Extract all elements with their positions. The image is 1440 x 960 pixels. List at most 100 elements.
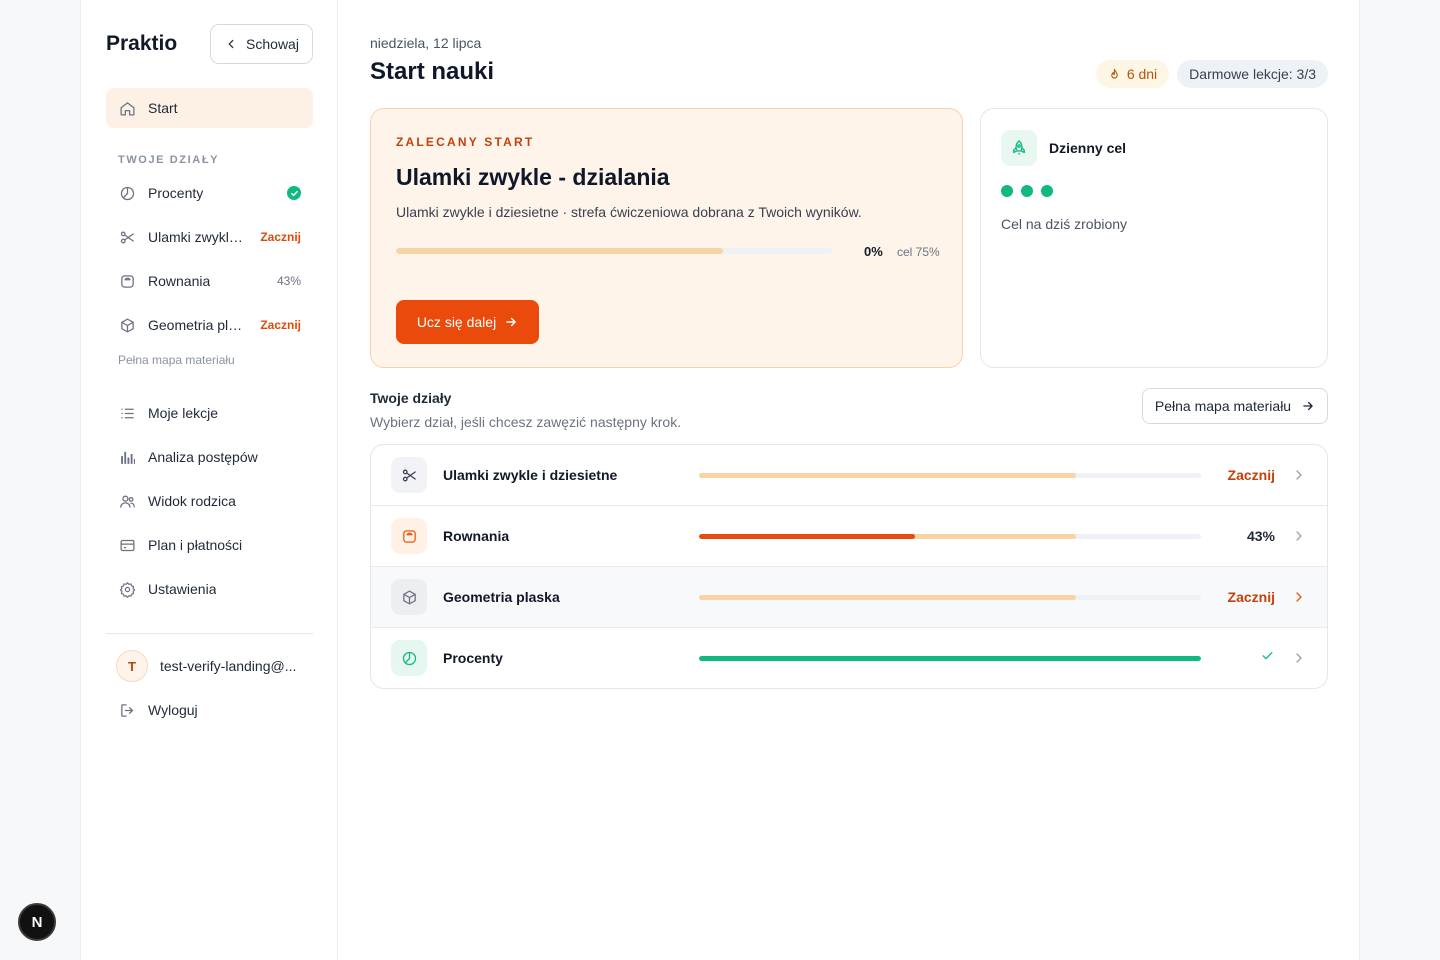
recommended-start-card: ZALECANY START Ulamki zwykle - dzialania… <box>370 108 963 368</box>
cube-icon <box>391 579 427 615</box>
sidebar-item-label: Geometria plaska <box>148 317 244 333</box>
topics-section-subtitle: Wybierz dział, jeśli chcesz zawęzić nast… <box>370 414 682 430</box>
sidebar: Praktio Schowaj Start TWOJE DZIAŁY Proce… <box>81 0 338 960</box>
daily-goal-status: Cel na dziś zrobiony <box>1001 216 1128 232</box>
chevron-right-icon <box>1296 592 1302 602</box>
continue-learning-button[interactable]: Ucz się dalej <box>396 300 539 344</box>
sidebar-item-label: Plan i płatności <box>148 537 243 553</box>
sidebar-item-label: Procenty <box>148 185 204 201</box>
hide-sidebar-button[interactable]: Schowaj <box>210 24 313 64</box>
goal-label: cel 75% <box>897 245 940 259</box>
credit-card-icon <box>118 536 136 554</box>
goal-dot <box>1041 185 1053 197</box>
flame-icon <box>1108 68 1121 81</box>
scissors-icon <box>391 457 427 493</box>
topic-status: Zacznij <box>1227 589 1275 605</box>
sidebar-item-plan[interactable]: Plan i płatności <box>106 525 313 565</box>
users-icon <box>118 492 136 510</box>
sidebar-section-title: TWOJE DZIAŁY <box>118 154 220 166</box>
goal-dot <box>1021 185 1033 197</box>
start-badge: Zacznij <box>260 230 301 244</box>
sidebar-item-label: Moje lekcje <box>148 405 219 421</box>
cta-label: Ucz się dalej <box>416 314 497 330</box>
scale-icon <box>118 272 136 290</box>
progress-percent: 43% <box>276 274 301 288</box>
chevron-right-icon <box>1296 470 1302 480</box>
goal-track <box>699 473 1076 478</box>
recommended-description: Ulamki zwykle i dziesietne · strefa ćwic… <box>396 204 862 220</box>
main-content: niedziela, 12 lipca Start nauki 6 dni Da… <box>370 0 1328 960</box>
current-date: niedziela, 12 lipca <box>370 35 482 51</box>
sidebar-divider <box>106 633 313 634</box>
scale-icon <box>391 518 427 554</box>
recommended-eyebrow: ZALECANY START <box>396 135 535 149</box>
sidebar-item-rownania[interactable]: Rownania 43% <box>106 261 313 301</box>
user-account[interactable]: T test-verify-landing@... <box>106 646 313 686</box>
chevron-right-icon <box>1296 531 1302 541</box>
gear-icon <box>118 580 136 598</box>
list-icon <box>118 404 136 422</box>
topic-name: Rownania <box>443 528 510 544</box>
sidebar-item-geometria[interactable]: Geometria plaska Zacznij <box>106 305 313 345</box>
topic-progress-bar <box>699 534 1201 539</box>
goal-dot <box>1001 185 1013 197</box>
goal-track <box>396 248 723 254</box>
topic-row[interactable]: Rownania 43% <box>371 506 1327 567</box>
chevron-left-icon <box>224 37 238 51</box>
check-icon <box>1260 648 1275 666</box>
sidebar-item-label: Start <box>148 100 178 116</box>
brand-logo: Praktio <box>106 32 178 55</box>
sidebar-item-analiza[interactable]: Analiza postępów <box>106 437 313 477</box>
logout-icon <box>118 701 136 719</box>
dev-tools-badge[interactable]: N <box>18 903 56 941</box>
header-badges: 6 dni Darmowe lekcje: 3/3 <box>1095 60 1328 88</box>
sidebar-item-label: Analiza postępów <box>148 449 258 465</box>
sidebar-item-widok-rodzica[interactable]: Widok rodzica <box>106 481 313 521</box>
chevron-right-icon <box>1296 653 1302 663</box>
topic-name: Geometria plaska <box>443 589 560 605</box>
full-map-button[interactable]: Pełna mapa materiału <box>1142 388 1328 424</box>
topic-progress-bar <box>699 595 1201 600</box>
topic-status: 43% <box>1246 528 1275 544</box>
user-email: test-verify-landing@... <box>160 658 297 674</box>
topics-section-title: Twoje działy <box>370 390 452 406</box>
pie-chart-icon <box>118 184 136 202</box>
free-lessons-badge: Darmowe lekcje: 3/3 <box>1177 60 1328 88</box>
sidebar-item-label: Ustawienia <box>148 581 217 597</box>
pie-chart-icon <box>391 640 427 676</box>
sidebar-item-ulamki[interactable]: Ulamki zwykle i dziesietne Zacznij <box>106 217 313 257</box>
topics-list: Ulamki zwykle i dziesietne Zacznij Rowna… <box>370 444 1328 689</box>
sidebar-item-ustawienia[interactable]: Ustawienia <box>106 569 313 609</box>
full-map-link[interactable]: Pełna mapa materiału <box>118 353 235 367</box>
home-icon <box>118 99 136 117</box>
hide-sidebar-label: Schowaj <box>246 36 299 52</box>
streak-count: 6 dni <box>1126 66 1158 82</box>
logout-label: Wyloguj <box>148 702 198 718</box>
topic-row[interactable]: Procenty <box>371 628 1327 688</box>
sidebar-item-label: Rownania <box>148 273 211 289</box>
logout-button[interactable]: Wyloguj <box>106 690 313 730</box>
avatar: T <box>116 650 148 682</box>
sidebar-item-label: Widok rodzica <box>148 493 236 509</box>
rocket-icon <box>1001 130 1037 166</box>
scissors-icon <box>118 228 136 246</box>
topic-row[interactable]: Ulamki zwykle i dziesietne Zacznij <box>371 445 1327 506</box>
topic-progress-bar <box>699 473 1201 478</box>
topic-name: Ulamki zwykle i dziesietne <box>443 467 618 483</box>
topic-row[interactable]: Geometria plaska Zacznij <box>371 567 1327 628</box>
streak-badge: 6 dni <box>1095 60 1170 88</box>
daily-goal-dots <box>1001 185 1053 197</box>
app-window: Praktio Schowaj Start TWOJE DZIAŁY Proce… <box>80 0 1360 960</box>
progress-percent: 0% <box>864 244 883 259</box>
sidebar-item-procenty[interactable]: Procenty <box>106 173 313 213</box>
cube-icon <box>118 316 136 334</box>
topic-name: Procenty <box>443 650 503 666</box>
recommended-title: Ulamki zwykle - dzialania <box>396 164 670 190</box>
topic-progress-bar <box>699 656 1201 661</box>
goal-track <box>699 595 1076 600</box>
daily-goal-title: Dzienny cel <box>1049 140 1127 156</box>
sidebar-item-start[interactable]: Start <box>106 88 313 128</box>
bar-chart-icon <box>118 448 136 466</box>
daily-goal-card: Dzienny cel Cel na dziś zrobiony <box>980 108 1328 368</box>
sidebar-item-moje-lekcje[interactable]: Moje lekcje <box>106 393 313 433</box>
